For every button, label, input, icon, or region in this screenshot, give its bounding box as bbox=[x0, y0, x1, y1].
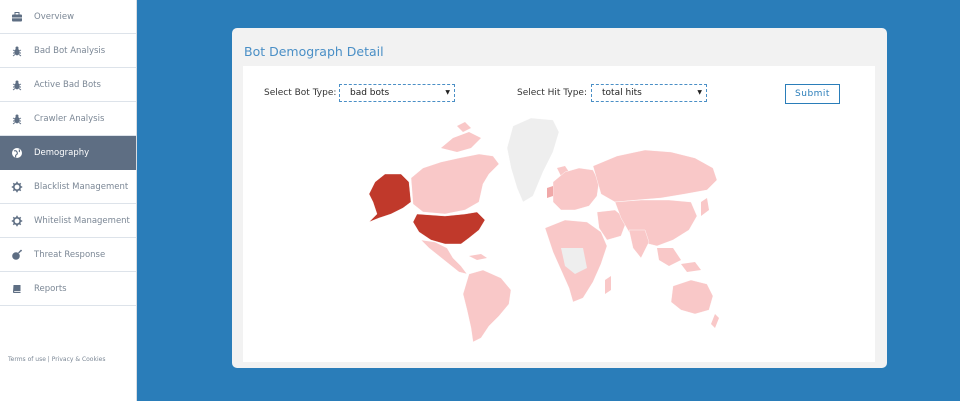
map-region-united-states[interactable] bbox=[412, 211, 486, 245]
bot-type-label: Select Bot Type: bbox=[264, 88, 337, 98]
hit-type-label: Select Hit Type: bbox=[517, 88, 587, 98]
sidebar-item-crawler-analysis[interactable]: Crawler Analysis bbox=[0, 102, 136, 136]
globe-icon bbox=[11, 147, 23, 159]
bug-icon bbox=[11, 45, 23, 57]
sidebar-item-active-bad-bots[interactable]: Active Bad Bots bbox=[0, 68, 136, 102]
map-region-canada[interactable] bbox=[410, 153, 500, 215]
sidebar: Overview Bad Bot Analysis Active Bad Bot… bbox=[0, 0, 137, 401]
map-region-australia[interactable] bbox=[670, 279, 714, 315]
gear-icon bbox=[11, 215, 23, 227]
sidebar-item-threat-response[interactable]: Threat Response bbox=[0, 238, 136, 272]
sidebar-item-overview[interactable]: Overview bbox=[0, 0, 136, 34]
terms-link[interactable]: Terms of use bbox=[8, 356, 46, 363]
bug-icon bbox=[11, 79, 23, 91]
map-region-arctic-islands[interactable] bbox=[441, 122, 481, 152]
sidebar-item-label: Blacklist Management bbox=[34, 181, 129, 192]
sidebar-item-blacklist-management[interactable]: Blacklist Management bbox=[0, 170, 136, 204]
sidebar-item-label: Demography bbox=[34, 147, 90, 158]
map-region-japan[interactable] bbox=[701, 198, 709, 216]
sidebar-item-label: Whitelist Management bbox=[34, 215, 130, 226]
map-region-alaska[interactable] bbox=[368, 173, 412, 223]
panel-body: Select Bot Type: bad bots ▼ Select Hit T… bbox=[243, 66, 875, 362]
sidebar-item-bad-bot-analysis[interactable]: Bad Bot Analysis bbox=[0, 34, 136, 68]
sidebar-item-label: Bad Bot Analysis bbox=[34, 45, 106, 56]
sidebar-item-demography[interactable]: Demography bbox=[0, 136, 136, 170]
bug-icon bbox=[11, 113, 23, 125]
book-icon bbox=[11, 283, 23, 295]
map-region-russia[interactable] bbox=[592, 149, 718, 203]
sidebar-item-label: Reports bbox=[34, 283, 67, 294]
map-region-europe[interactable] bbox=[552, 167, 600, 211]
sidebar-item-whitelist-management[interactable]: Whitelist Management bbox=[0, 204, 136, 238]
privacy-link[interactable]: Privacy & Cookies bbox=[52, 356, 106, 363]
caret-down-icon: ▼ bbox=[445, 89, 450, 96]
hit-type-value: total hits bbox=[602, 88, 642, 98]
briefcase-icon bbox=[11, 11, 23, 23]
sidebar-item-label: Active Bad Bots bbox=[34, 79, 101, 90]
world-map bbox=[368, 118, 719, 343]
sidebar-item-label: Threat Response bbox=[34, 249, 106, 260]
bomb-icon bbox=[11, 249, 23, 261]
map-region-new-zealand[interactable] bbox=[711, 314, 719, 328]
map-region-southeast-asia[interactable] bbox=[657, 248, 701, 272]
map-region-caribbean[interactable] bbox=[469, 254, 487, 260]
sidebar-item-label: Crawler Analysis bbox=[34, 113, 105, 124]
map-region-asia[interactable] bbox=[614, 199, 698, 247]
caret-down-icon: ▼ bbox=[697, 89, 702, 96]
map-region-uk[interactable] bbox=[547, 186, 553, 198]
bot-type-value: bad bots bbox=[350, 88, 390, 98]
sidebar-item-label: Overview bbox=[34, 11, 75, 22]
sidebar-footer: Terms of use | Privacy & Cookies bbox=[8, 356, 105, 363]
sidebar-item-reports[interactable]: Reports bbox=[0, 272, 136, 306]
hit-type-select[interactable]: total hits ▼ bbox=[591, 84, 707, 102]
bot-type-select[interactable]: bad bots ▼ bbox=[339, 84, 455, 102]
gear-icon bbox=[11, 181, 23, 193]
map-region-south-america[interactable] bbox=[462, 269, 512, 343]
demograph-panel: Bot Demograph Detail Select Bot Type: ba… bbox=[232, 28, 887, 368]
map-region-madagascar[interactable] bbox=[605, 276, 611, 294]
panel-title: Bot Demograph Detail bbox=[244, 44, 384, 59]
map-region-mexico[interactable] bbox=[420, 239, 468, 275]
submit-button[interactable]: Submit bbox=[785, 84, 840, 104]
map-region-india[interactable] bbox=[628, 229, 650, 259]
